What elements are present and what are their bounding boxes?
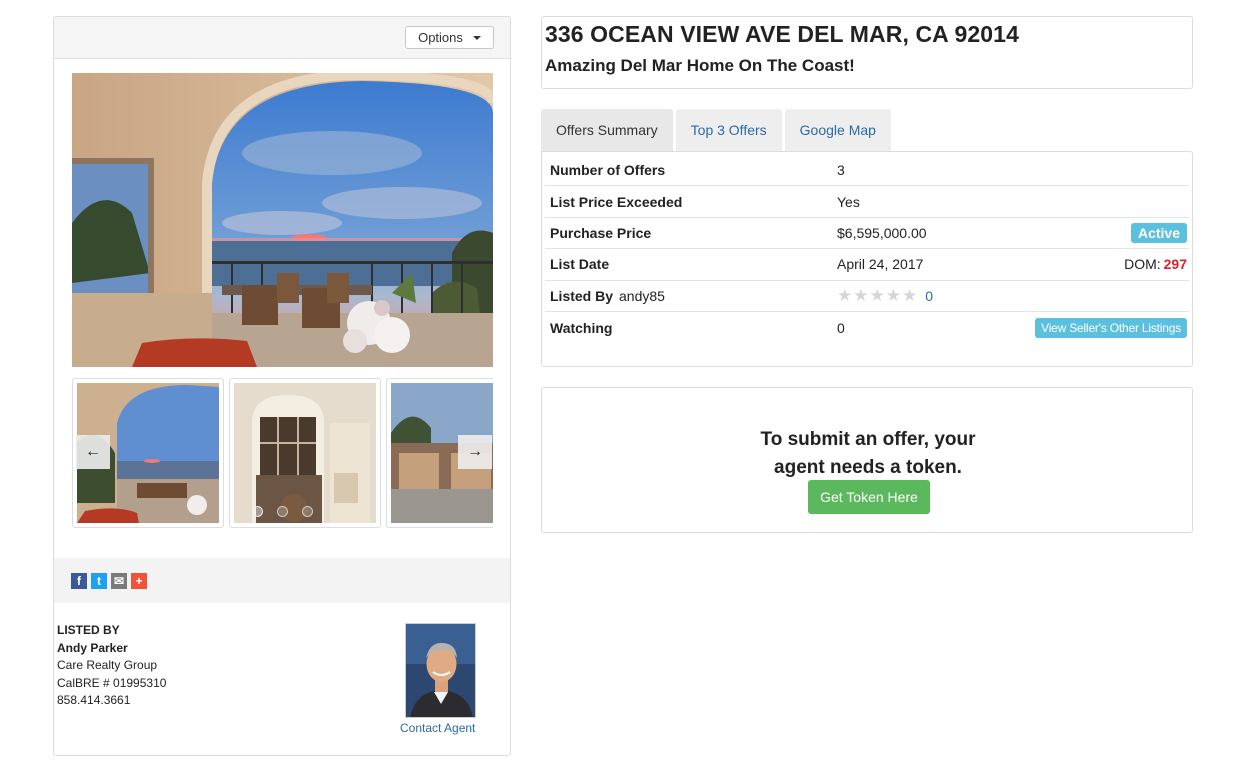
view-sellers-listings-button[interactable]: View Seller's Other Listings — [1035, 317, 1187, 338]
listed-by-heading: LISTED BY — [57, 623, 120, 637]
email-icon[interactable]: ✉ — [111, 572, 127, 589]
price-label: Purchase Price — [550, 224, 652, 241]
thumbnail-2[interactable] — [229, 378, 381, 528]
carousel-next-arrow[interactable]: → — [458, 435, 492, 469]
token-message-line-2: agent needs a token. — [774, 457, 962, 478]
summary-row-list-date: List Date April 24, 2017 DOM: 297 — [545, 249, 1189, 281]
main-photo-image — [72, 73, 493, 367]
list-date-label: List Date — [550, 256, 610, 273]
arrow-left-icon: ← — [85, 443, 101, 460]
dom-value: 297 — [1163, 256, 1187, 273]
listing-tabs: Offers Summary Top 3 Offers Google Map — [541, 109, 891, 151]
thumbnail-image — [234, 383, 376, 523]
tab-offers-summary[interactable]: Offers Summary — [541, 109, 673, 151]
agent-avatar[interactable] — [405, 623, 476, 718]
listed-by-username[interactable]: andy85 — [619, 288, 665, 304]
main-listing-photo[interactable] — [72, 73, 493, 367]
star-icon[interactable]: ★ — [853, 287, 868, 304]
listed-by-info: LISTED BY Andy Parker Care Realty Group … — [57, 622, 166, 710]
token-callout-box: To submit an offer, your agent needs a t… — [541, 387, 1193, 533]
dom-indicator: DOM: 297 — [1124, 256, 1187, 272]
arrow-right-icon: → — [467, 443, 483, 460]
tab-top-3-offers[interactable]: Top 3 Offers — [675, 109, 782, 151]
contact-agent-link[interactable]: Contact Agent — [400, 721, 475, 735]
status-badge: Active — [1130, 222, 1187, 243]
facebook-icon[interactable]: f — [71, 572, 87, 589]
listed-by-label: Listed By andy85 — [550, 287, 665, 304]
listing-subtitle: Amazing Del Mar Home On The Coast! — [545, 56, 855, 75]
star-icon[interactable]: ★ — [870, 287, 885, 304]
star-icon[interactable]: ★ — [886, 287, 901, 304]
options-label: Options — [418, 30, 463, 45]
summary-row-price: Purchase Price $6,595,000.00 Active — [545, 218, 1189, 250]
listing-address-title: 336 OCEAN VIEW AVE DEL MAR, CA 92014 — [545, 21, 1019, 47]
summary-row-exceeded: List Price Exceeded Yes — [545, 186, 1189, 218]
list-date-value: April 24, 2017 — [837, 256, 924, 273]
offers-value: 3 — [837, 162, 845, 179]
star-icon[interactable]: ★ — [837, 287, 852, 304]
share-bar: f t ✉ + — [54, 558, 510, 603]
seller-rating: ★ ★ ★ ★ ★ 0 — [837, 287, 933, 304]
plus-icon[interactable]: + — [131, 572, 147, 589]
carousel-prev-arrow[interactable]: ← — [76, 435, 110, 469]
star-icon[interactable]: ★ — [902, 287, 917, 304]
price-value: $6,595,000.00 — [837, 224, 927, 241]
caret-down-icon — [472, 35, 481, 40]
agent-phone: 858.414.3661 — [57, 693, 131, 707]
agent-license: CalBRE # 01995310 — [57, 675, 167, 690]
token-message: To submit an offer, your agent needs a t… — [542, 426, 1192, 482]
listing-title-box: 336 OCEAN VIEW AVE DEL MAR, CA 92014 Ama… — [541, 16, 1193, 89]
watching-label: Watching — [550, 319, 613, 336]
twitter-icon[interactable]: t — [91, 572, 107, 589]
gallery-panel-header: Options — [54, 17, 510, 59]
agent-company: Care Realty Group — [57, 658, 158, 672]
exceeded-label: List Price Exceeded — [550, 193, 683, 210]
thumbnail-carousel: ← → — [72, 378, 493, 528]
options-dropdown-button[interactable]: Options — [405, 26, 494, 49]
tab-google-map[interactable]: Google Map — [784, 109, 891, 151]
offers-label: Number of Offers — [550, 162, 666, 179]
summary-row-listed-by: Listed By andy85 ★ ★ ★ ★ ★ 0 — [545, 281, 1189, 312]
exceeded-value: Yes — [837, 193, 860, 210]
summary-row-watching: Watching 0 View Seller's Other Listings — [545, 312, 1189, 343]
watching-value: 0 — [837, 319, 845, 336]
dom-label: DOM: — [1124, 256, 1161, 273]
offers-summary-table: Number of Offers 3 List Price Exceeded Y… — [541, 151, 1193, 367]
agent-name: Andy Parker — [57, 640, 128, 655]
agent-avatar-image — [406, 624, 475, 717]
get-token-button[interactable]: Get Token Here — [808, 480, 930, 514]
token-message-line-1: To submit an offer, your — [760, 429, 976, 450]
summary-row-offers: Number of Offers 3 — [545, 155, 1189, 187]
rating-count-link[interactable]: 0 — [925, 288, 933, 304]
listing-gallery-panel: Options ← → f t ✉ + LISTED BY Andy Parke… — [53, 16, 511, 756]
